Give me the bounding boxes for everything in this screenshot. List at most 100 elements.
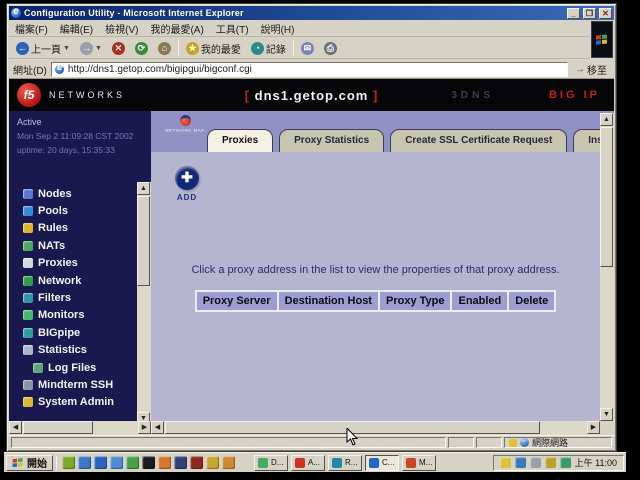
main-horizontal-scrollbar[interactable]: ◀ ▶ <box>151 421 600 435</box>
sidebar-item-system-admin[interactable]: System Admin <box>23 394 135 411</box>
quicklaunch-icon[interactable] <box>174 456 187 469</box>
add-label: ADD <box>175 193 199 202</box>
security-warning-icon <box>509 439 517 447</box>
print-button[interactable]: ⎙ <box>321 41 340 56</box>
standard-toolbar: ← 上一頁 ▼ → ▼ ✕ ⟳ ⌂ ★ 我的最愛 ◔ <box>9 38 590 59</box>
add-proxy-control[interactable]: ✚ ADD <box>175 166 199 202</box>
task-button-5[interactable]: M... <box>402 455 436 471</box>
menu-favorites[interactable]: 我的最愛(A) <box>150 21 203 36</box>
task-button-2[interactable]: A... <box>291 455 325 471</box>
sidebar-item-nats[interactable]: NATs <box>23 237 135 254</box>
stop-button[interactable]: ✕ <box>109 41 128 56</box>
home-button[interactable]: ⌂ <box>155 41 174 56</box>
content-area: Active Mon Sep 2 11:09:28 CST 2002 uptim… <box>9 111 614 435</box>
connection-icon[interactable] <box>560 457 571 468</box>
main-vertical-scrollbar[interactable]: ▲ ▼ <box>600 113 614 421</box>
menu-help[interactable]: 說明(H) <box>261 21 295 36</box>
status-panel <box>448 437 474 448</box>
scroll-right-icon[interactable]: ▶ <box>138 421 151 434</box>
windows-taskbar: 開始 D... A... R... C... M... <box>4 452 626 472</box>
network-tray-icon[interactable] <box>515 457 526 468</box>
instruction-text: Click a proxy address in the list to vie… <box>151 264 600 276</box>
quicklaunch-icon[interactable] <box>158 456 171 469</box>
quicklaunch-icon[interactable] <box>78 456 91 469</box>
menu-edit[interactable]: 編輯(E) <box>60 21 93 36</box>
quicklaunch-icon[interactable] <box>206 456 219 469</box>
sidebar-item-mindterm-ssh[interactable]: Mindterm SSH <box>23 376 135 393</box>
title-bar[interactable]: Configuration Utility - Microsoft Intern… <box>9 6 614 20</box>
column-header-proxy-type: Proxy Type <box>380 292 451 310</box>
history-button[interactable]: ◔ 記錄 <box>248 40 289 57</box>
mail-button[interactable]: ✉ <box>298 41 317 56</box>
badge-bigip[interactable]: BIG IP <box>549 89 600 101</box>
pools-icon <box>23 206 33 216</box>
sidebar-item-label: Log Files <box>48 362 96 374</box>
menu-file[interactable]: 檔案(F) <box>15 21 48 36</box>
scroll-left-icon[interactable]: ◀ <box>151 421 164 434</box>
network-icon <box>23 276 33 286</box>
scheduler-icon[interactable] <box>545 457 556 468</box>
status-panel <box>476 437 502 448</box>
address-bar: 網址(D) http://dns1.getop.com/bigipgui/big… <box>9 60 614 79</box>
menu-tools[interactable]: 工具(T) <box>216 21 249 36</box>
volume-icon[interactable] <box>500 457 511 468</box>
display-icon[interactable] <box>530 457 541 468</box>
start-button[interactable]: 開始 <box>6 455 53 471</box>
quicklaunch-icon[interactable] <box>126 456 139 469</box>
quicklaunch-icon[interactable] <box>94 456 107 469</box>
sidebar-item-monitors[interactable]: Monitors <box>23 307 135 324</box>
address-url: http://dns1.getop.com/bigipgui/bigconf.c… <box>68 64 252 75</box>
address-input[interactable]: http://dns1.getop.com/bigipgui/bigconf.c… <box>51 62 568 77</box>
tab-proxies[interactable]: Proxies <box>207 129 273 152</box>
tab-create-ssl-certificate-request[interactable]: Create SSL Certificate Request <box>390 129 567 152</box>
back-dropdown-icon[interactable]: ▼ <box>63 45 70 52</box>
add-button[interactable]: ✚ <box>175 166 199 190</box>
sidebar-item-proxies[interactable]: Proxies <box>23 255 135 272</box>
scroll-right-icon[interactable]: ▶ <box>587 421 600 434</box>
menu-view[interactable]: 檢視(V) <box>105 21 138 36</box>
forward-button[interactable]: → ▼ <box>77 41 105 56</box>
sidebar-vertical-scrollbar[interactable]: ▲ ▼ <box>137 182 151 425</box>
scroll-up-icon[interactable]: ▲ <box>600 113 613 126</box>
taskbar-clock[interactable]: 上午 11:00 <box>575 456 617 469</box>
app-icon <box>369 458 379 468</box>
tab-proxy-statistics[interactable]: Proxy Statistics <box>279 129 384 152</box>
scrollbar-thumb[interactable] <box>137 196 150 286</box>
sidebar-item-filters[interactable]: Filters <box>23 289 135 306</box>
sidebar-item-nodes[interactable]: Nodes <box>23 185 135 202</box>
sidebar-item-network[interactable]: Network <box>23 272 135 289</box>
scroll-up-icon[interactable]: ▲ <box>137 182 150 195</box>
badge-3dns[interactable]: 3DNS <box>451 90 494 101</box>
quicklaunch-icon[interactable] <box>62 456 75 469</box>
task-buttons: D... A... R... C... M... <box>254 455 436 471</box>
go-button[interactable]: → 移至 <box>572 62 610 77</box>
task-button-configuration-utility[interactable]: C... <box>365 455 399 471</box>
forward-dropdown-icon[interactable]: ▼ <box>95 45 102 52</box>
sidebar-item-rules[interactable]: Rules <box>23 220 135 237</box>
sidebar-horizontal-scrollbar[interactable]: ◀ ▶ <box>9 421 151 435</box>
scrollbar-thumb[interactable] <box>600 127 613 267</box>
task-button-3[interactable]: R... <box>328 455 362 471</box>
sidebar-item-bigpipe[interactable]: BIGpipe <box>23 324 135 341</box>
scrollbar-thumb[interactable] <box>23 421 93 434</box>
system-status: Active Mon Sep 2 11:09:28 CST 2002 uptim… <box>9 111 151 155</box>
back-button[interactable]: ← 上一頁 ▼ <box>13 40 73 57</box>
scroll-left-icon[interactable]: ◀ <box>9 421 22 434</box>
quick-launch-bar <box>60 456 237 469</box>
quicklaunch-icon[interactable] <box>222 456 235 469</box>
refresh-button[interactable]: ⟳ <box>132 41 151 56</box>
favorites-label: 我的最愛 <box>201 41 241 56</box>
scroll-down-icon[interactable]: ▼ <box>600 408 613 421</box>
quicklaunch-icon[interactable] <box>190 456 203 469</box>
maximize-button[interactable]: ❐ <box>583 8 596 19</box>
quicklaunch-icon[interactable] <box>110 456 123 469</box>
network-map-button[interactable]: NETWORK MAP <box>163 115 207 133</box>
minimize-button[interactable]: _ <box>567 8 580 19</box>
favorites-button[interactable]: ★ 我的最愛 <box>183 40 244 57</box>
sidebar-item-statistics[interactable]: Statistics <box>23 342 135 359</box>
quicklaunch-icon[interactable] <box>142 456 155 469</box>
sidebar-item-log-files[interactable]: Log Files <box>23 359 135 376</box>
close-button[interactable]: ✕ <box>599 8 612 19</box>
sidebar-item-pools[interactable]: Pools <box>23 202 135 219</box>
task-button-1[interactable]: D... <box>254 455 288 471</box>
